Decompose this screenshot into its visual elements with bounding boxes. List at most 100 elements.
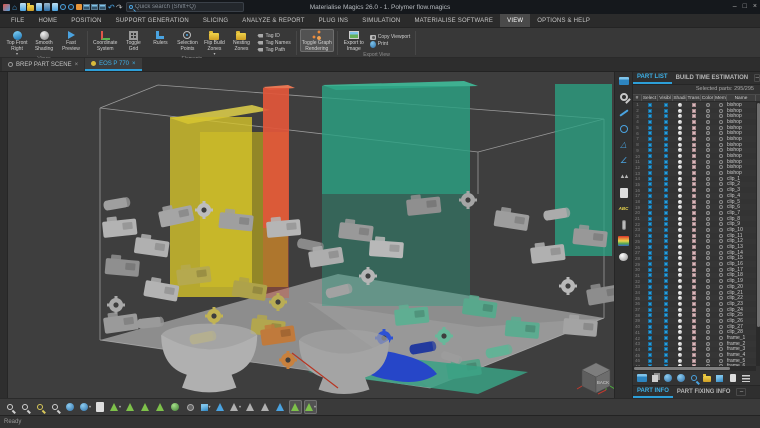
visible-checkbox[interactable]	[664, 359, 668, 363]
select-checkbox[interactable]	[648, 165, 652, 169]
smooth-shading-button[interactable]: Smooth Shading	[31, 29, 57, 56]
select-checkbox[interactable]	[648, 245, 652, 249]
tab-build-time-estimation[interactable]: BUILD TIME ESTIMATION	[672, 72, 753, 84]
visible-checkbox[interactable]	[664, 296, 668, 300]
transparency-icon[interactable]	[692, 342, 696, 346]
color-swatch[interactable]	[706, 205, 710, 209]
transparency-icon[interactable]	[692, 109, 696, 113]
visible-checkbox[interactable]	[664, 154, 668, 158]
shading-icon[interactable]	[678, 120, 682, 124]
select-checkbox[interactable]	[648, 126, 652, 130]
color-swatch[interactable]	[706, 131, 710, 135]
marking-mode-icon[interactable]	[289, 400, 302, 414]
visible-checkbox[interactable]	[664, 200, 668, 204]
machine-properties-icon[interactable]	[636, 373, 647, 384]
smooth-sphere-icon[interactable]	[617, 250, 631, 263]
transparency-icon[interactable]	[692, 234, 696, 238]
import-part-icon[interactable]	[662, 373, 673, 384]
color-swatch[interactable]	[706, 262, 710, 266]
measure-angle-icon[interactable]: △	[617, 138, 631, 151]
annotations-icon[interactable]: ▲▲	[617, 170, 631, 183]
select-checkbox[interactable]	[648, 143, 652, 147]
color-swatch[interactable]	[706, 268, 710, 272]
shading-icon[interactable]	[678, 131, 682, 135]
color-swatch[interactable]	[706, 171, 710, 175]
menu-tab-view[interactable]: VIEW	[500, 14, 530, 27]
visible-checkbox[interactable]	[664, 171, 668, 175]
transparency-icon[interactable]	[692, 160, 696, 164]
collapse-info-button[interactable]: −	[736, 388, 746, 396]
close-tab-icon[interactable]: ×	[132, 61, 136, 67]
visible-checkbox[interactable]	[664, 302, 668, 306]
transparency-icon[interactable]	[692, 126, 696, 130]
color-swatch[interactable]	[706, 325, 710, 329]
shading-icon[interactable]	[678, 217, 682, 221]
color-swatch[interactable]	[706, 165, 710, 169]
select-checkbox[interactable]	[648, 256, 652, 260]
viewport-3d[interactable]: BACK	[8, 72, 614, 398]
select-checkbox[interactable]	[648, 251, 652, 255]
export-icon[interactable]	[51, 2, 58, 12]
shading-icon[interactable]	[678, 109, 682, 113]
menu-tab-support-generation[interactable]: SUPPORT GENERATION	[109, 14, 196, 27]
select-checkbox[interactable]	[648, 182, 652, 186]
transparency-icon[interactable]	[692, 359, 696, 363]
color-swatch[interactable]	[706, 319, 710, 323]
column-header[interactable]: Select	[642, 95, 658, 101]
shading-icon[interactable]	[678, 234, 682, 238]
transparency-icon[interactable]	[692, 177, 696, 181]
select-checkbox[interactable]	[648, 268, 652, 272]
select-planes-icon[interactable]	[244, 400, 257, 414]
undo-icon[interactable]: ↶	[107, 2, 114, 12]
mark-all-icon[interactable]	[169, 400, 182, 414]
select-checkbox[interactable]	[648, 262, 652, 266]
select-checkbox[interactable]	[648, 291, 652, 295]
visible-checkbox[interactable]	[664, 353, 668, 357]
transparency-icon[interactable]	[692, 285, 696, 289]
visible-checkbox[interactable]	[664, 120, 668, 124]
toggle-graph-rendering-button[interactable]: Toggle Graph Rendering	[300, 29, 334, 52]
shading-icon[interactable]	[678, 103, 682, 107]
fix-wizard-wrench-icon[interactable]	[617, 90, 631, 103]
fast-preview-button[interactable]: Fast Preview	[58, 29, 84, 56]
transparency-icon[interactable]	[692, 194, 696, 198]
color-swatch[interactable]	[706, 285, 710, 289]
visible-checkbox[interactable]	[664, 347, 668, 351]
select-checkbox[interactable]	[648, 222, 652, 226]
select-checkbox[interactable]	[648, 137, 652, 141]
color-swatch[interactable]	[706, 342, 710, 346]
color-swatch[interactable]	[706, 160, 710, 164]
visible-checkbox[interactable]	[664, 211, 668, 215]
color-swatch[interactable]	[706, 154, 710, 158]
transparency-icon[interactable]	[692, 296, 696, 300]
color-swatch[interactable]	[706, 251, 710, 255]
copy-parts-icon[interactable]	[649, 373, 660, 384]
machine-2-icon[interactable]	[91, 2, 98, 12]
measure-line-icon[interactable]	[617, 106, 631, 119]
shading-icon[interactable]	[678, 211, 682, 215]
transparency-icon[interactable]	[692, 245, 696, 249]
shading-icon[interactable]	[678, 279, 682, 283]
print-platform-icon[interactable]	[617, 74, 631, 87]
shading-icon[interactable]	[678, 137, 682, 141]
menu-tab-position[interactable]: POSITION	[64, 14, 108, 27]
shading-icon[interactable]	[678, 296, 682, 300]
color-swatch[interactable]	[706, 177, 710, 181]
color-swatch[interactable]	[706, 296, 710, 300]
column-header[interactable]: Shadi	[673, 95, 687, 101]
rotate-view-icon[interactable]: ▾	[79, 400, 92, 414]
transparency-icon[interactable]	[692, 143, 696, 147]
select-checkbox[interactable]	[648, 325, 652, 329]
shading-icon[interactable]	[678, 143, 682, 147]
shading-icon[interactable]	[678, 262, 682, 266]
transparency-icon[interactable]	[692, 336, 696, 340]
shading-icon[interactable]	[678, 291, 682, 295]
tab-brep-part-scene[interactable]: BREP PART SCENE ×	[2, 58, 84, 71]
color-swatch[interactable]	[706, 359, 710, 363]
visible-checkbox[interactable]	[664, 313, 668, 317]
color-swatch[interactable]	[706, 313, 710, 317]
transparency-icon[interactable]	[692, 120, 696, 124]
color-swatch[interactable]	[706, 120, 710, 124]
shading-icon[interactable]	[678, 302, 682, 306]
toggle-grid-button[interactable]: Toggle Grid	[120, 29, 146, 56]
